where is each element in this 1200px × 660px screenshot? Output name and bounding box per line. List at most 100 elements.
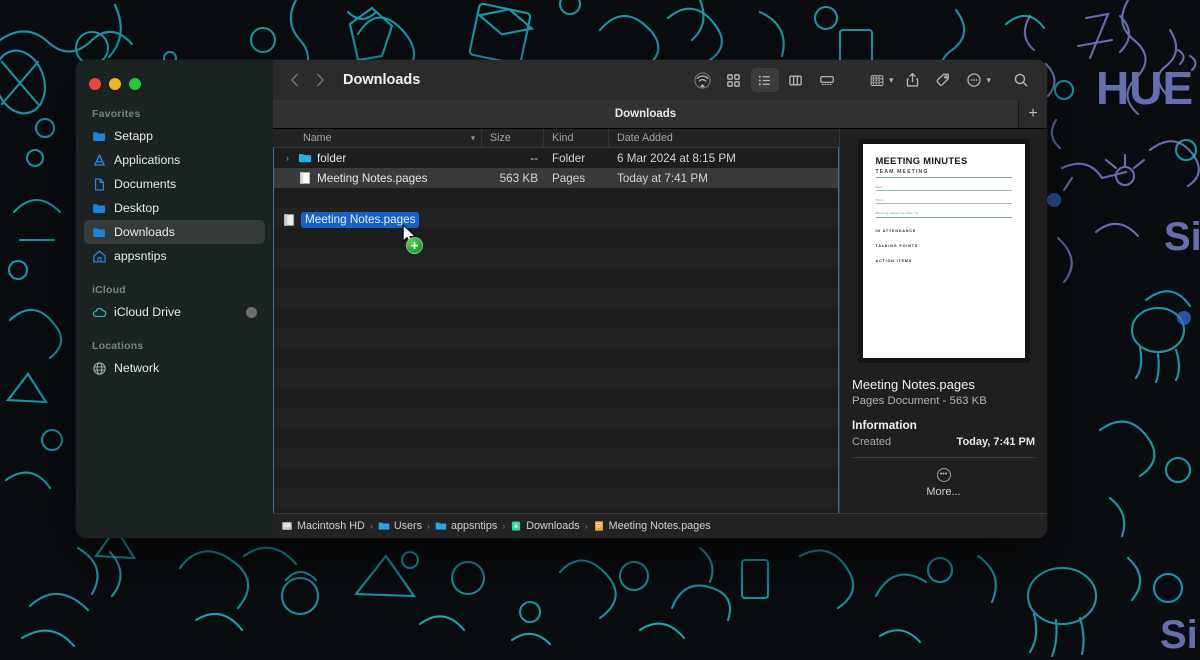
action-menu-button[interactable]: ▾ [960,68,993,92]
group-by-button-inner[interactable] [863,68,891,92]
folder-icon [92,201,107,216]
maximize-button[interactable] [129,78,141,90]
table-row[interactable]: › folder -- Folder 6 Mar 2024 at 8:15 PM [274,148,838,168]
sidebar-item-appsntips[interactable]: appsntips [84,244,265,268]
list-view-button[interactable] [751,68,779,92]
path-item-users[interactable]: Users [378,520,422,532]
tag-icon [935,72,951,88]
empty-row [274,288,838,308]
sidebar-item-icloud-drive[interactable]: iCloud Drive [84,300,265,324]
table-row[interactable]: Meeting Notes.pages 563 KB Pages Today a… [274,168,838,188]
file-list-body[interactable]: › folder -- Folder 6 Mar 2024 at 8:15 PM [273,148,839,513]
file-rows: › folder -- Folder 6 Mar 2024 at 8:15 PM [274,148,838,513]
row-name-cell: › folder [274,148,482,168]
sidebar-item-setapp[interactable]: Setapp [84,124,265,148]
chevron-right-icon[interactable]: › [282,153,293,163]
empty-row [274,188,838,208]
empty-row [274,228,838,248]
empty-row [274,488,838,508]
column-header-name[interactable]: Name ▾ [273,129,481,147]
search-button[interactable] [1007,68,1035,92]
column-view-button[interactable] [782,68,810,92]
main-pane: Downloads [273,60,1047,538]
window-controls[interactable] [76,68,273,100]
row-date-cell: Today at 7:41 PM [609,168,838,188]
forward-button[interactable] [307,68,333,92]
airdrop-icon [694,72,711,89]
empty-row [274,348,838,368]
preview-pane: MEETING MINUTES TEAM MEETING Date Time M… [840,129,1047,513]
preview-divider [852,457,1035,458]
path-item-macintosh-hd[interactable]: Macintosh HD [281,520,365,532]
file-list-pane: Name ▾ Size Kind Date Added [273,129,840,513]
tab-bar: Downloads + [273,100,1047,129]
sidebar-group-icloud-title: iCloud [76,276,273,300]
airdrop-button[interactable] [689,68,717,92]
column-header-date-added[interactable]: Date Added [608,129,839,147]
minimize-button[interactable] [109,78,121,90]
file-list-header: Name ▾ Size Kind Date Added [273,129,839,148]
column-header-size[interactable]: Size [481,129,543,147]
sidebar-item-applications[interactable]: Applications [84,148,265,172]
sidebar-item-network[interactable]: Network [84,356,265,380]
column-view-icon [788,73,803,88]
svg-text:HUE: HUE [1096,62,1193,114]
tag-button[interactable] [929,68,957,92]
path-item-meeting-notes[interactable]: Meeting Notes.pages [593,520,711,532]
sidebar-item-label: Desktop [114,201,159,215]
folder-icon [378,520,390,532]
harddisk-icon [281,520,293,532]
chevron-down-icon: ▾ [889,75,894,86]
more-button[interactable]: ••• More... [852,468,1035,498]
empty-row [274,268,838,288]
preview-doc-rule-thin [876,190,1012,191]
pages-document-icon [593,520,605,532]
path-bar: Macintosh HD › Users › appsntips › Downl… [273,513,1047,538]
share-button[interactable] [898,68,926,92]
back-button[interactable] [281,68,307,92]
gallery-view-button[interactable] [813,68,841,92]
empty-row [274,208,838,228]
ellipsis-circle-icon: ••• [937,468,951,482]
sidebar-group-favorites-title: Favorites [76,100,273,124]
preview-file-meta: Pages Document - 563 KB [852,395,1035,407]
preview-information-row: Created Today, 7:41 PM [852,436,1035,448]
desktop: HUE Si Si [0,0,1200,660]
sidebar-item-downloads[interactable]: Downloads [84,220,265,244]
folder-icon [92,225,107,240]
empty-row [274,468,838,488]
group-by-button[interactable]: ▾ [863,68,896,92]
sidebar-item-documents[interactable]: Documents [84,172,265,196]
preview-doc-field: Time [876,198,1012,202]
action-menu-button-inner[interactable] [960,68,988,92]
path-separator: › [502,521,505,531]
sidebar-item-label: Setapp [114,129,153,143]
group-by-icon [869,73,885,88]
new-tab-button[interactable]: + [1019,100,1047,128]
column-header-kind-label: Kind [552,132,573,144]
path-item-label: Downloads [526,520,579,532]
icon-view-button[interactable] [720,68,748,92]
row-size-cell: 563 KB [482,168,544,188]
path-item-downloads[interactable]: Downloads [510,520,579,532]
tab-downloads[interactable]: Downloads [273,100,1019,128]
close-button[interactable] [89,78,101,90]
chevron-down-icon: ▾ [471,134,475,143]
empty-row [274,328,838,348]
preview-information-heading: Information [852,418,1035,432]
page-title: Downloads [343,72,420,88]
toolbar-actions: ▾ ▾ [689,68,1035,92]
applications-icon [92,153,107,168]
column-header-kind[interactable]: Kind [543,129,608,147]
folder-icon [298,151,312,165]
downloads-folder-icon [510,520,522,532]
row-kind-cell: Pages [544,168,609,188]
empty-row [274,428,838,448]
chevron-down-icon: ▾ [986,75,991,86]
path-separator: › [585,521,588,531]
preview-doc-section: ACTION ITEMS [876,259,1012,263]
sidebar-item-desktop[interactable]: Desktop [84,196,265,220]
path-item-appsntips[interactable]: appsntips [435,520,497,532]
path-item-label: appsntips [451,520,497,532]
pages-document-icon [298,171,312,185]
